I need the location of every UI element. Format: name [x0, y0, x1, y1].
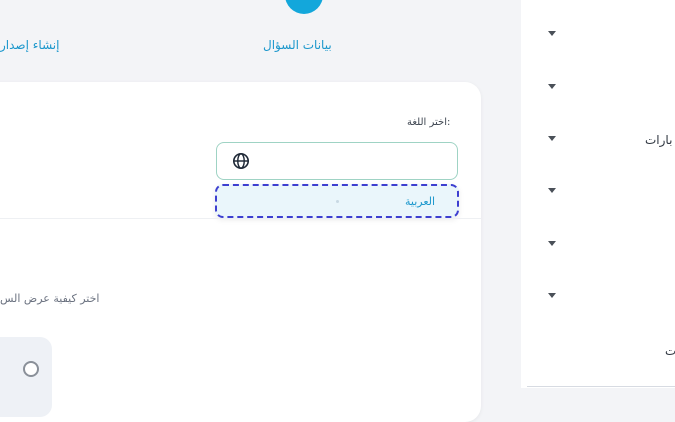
globe-icon	[232, 152, 250, 170]
sidebar-divider	[527, 386, 675, 387]
cursor-dot	[336, 200, 339, 203]
language-label: اختر اللغة:	[407, 117, 451, 128]
display-mode-label: اختر كيفية عرض الس	[0, 292, 100, 305]
display-option-card[interactable]	[0, 337, 52, 417]
form-card	[0, 82, 481, 422]
chevron-down-icon[interactable]	[548, 293, 556, 298]
chevron-down-icon[interactable]	[548, 241, 556, 246]
step-question-data[interactable]: بيانات السؤال	[263, 38, 332, 52]
language-option-label: العربية	[405, 195, 436, 208]
chevron-down-icon[interactable]	[548, 84, 556, 89]
chevron-down-icon[interactable]	[548, 136, 556, 141]
chevron-down-icon[interactable]	[548, 188, 556, 193]
language-select[interactable]	[216, 142, 458, 180]
display-option-radio[interactable]	[23, 361, 39, 377]
divider	[0, 218, 481, 219]
chevron-down-icon[interactable]	[548, 31, 556, 36]
sidebar-card	[521, 0, 675, 388]
step-create-version[interactable]: إنشاء إصدار	[0, 38, 59, 52]
sidebar-item-label: بارات	[645, 133, 673, 147]
sidebar-item-label: ت	[665, 344, 675, 358]
